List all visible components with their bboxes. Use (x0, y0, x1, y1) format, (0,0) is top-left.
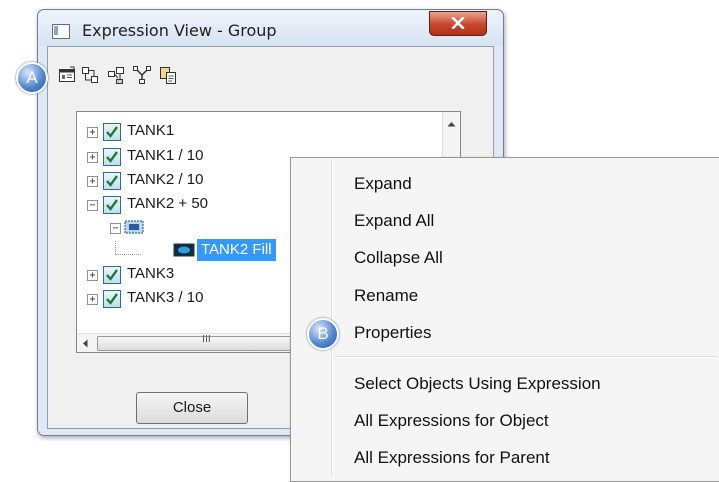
window-icon (52, 24, 70, 39)
menu-item-rename[interactable]: Rename (354, 286, 418, 306)
tree-item-label: TANK3 / 10 (127, 289, 204, 306)
checkmark-icon (106, 126, 118, 138)
menu-item-select-objects-using-expression[interactable]: Select Objects Using Expression (354, 374, 601, 394)
close-button[interactable]: Close (136, 392, 248, 424)
tree-checkbox[interactable] (103, 123, 121, 141)
window-title: Expression View - Group (82, 21, 277, 40)
properties-icon[interactable] (58, 66, 76, 84)
tree-checkbox[interactable] (103, 172, 121, 190)
tree-checkbox[interactable] (103, 266, 121, 284)
horizontal-scroll-thumb[interactable]: III (97, 334, 319, 351)
tree-connector (115, 254, 141, 255)
collapse-toggle[interactable]: − (110, 223, 121, 234)
expand-toggle[interactable]: + (87, 176, 98, 187)
expand-toggle[interactable]: + (87, 294, 98, 305)
menu-item-collapse-all[interactable]: Collapse All (354, 248, 443, 268)
copy-icon[interactable] (159, 66, 177, 84)
callout-b: B (307, 318, 339, 350)
close-icon (451, 17, 465, 29)
title-bar[interactable]: Expression View - Group (38, 10, 503, 46)
menu-item-all-expressions-for-object[interactable]: All Expressions for Object (354, 411, 549, 431)
menu-gutter (331, 160, 333, 477)
tree-checkbox[interactable] (103, 196, 121, 214)
menu-item-expand[interactable]: Expand (354, 174, 412, 194)
group-object-icon (124, 220, 144, 234)
tree-item-label: TANK1 / 10 (127, 147, 204, 164)
menu-item-properties[interactable]: Properties (354, 323, 431, 343)
scroll-grip: III (202, 334, 211, 345)
callout-a: A (16, 62, 48, 94)
parent-network-icon[interactable] (133, 66, 151, 84)
menu-item-all-expressions-for-parent[interactable]: All Expressions for Parent (354, 448, 550, 468)
scroll-left-arrow-icon[interactable] (82, 339, 88, 348)
tree-item-label: TANK1 (127, 122, 175, 139)
collapse-toggle[interactable]: − (87, 200, 98, 211)
tree-item-label: TANK2 / 10 (127, 171, 204, 188)
tank-fill-icon (173, 243, 195, 257)
tree-item-label: TANK2 + 50 (127, 195, 209, 212)
scroll-up-arrow-icon[interactable] (447, 121, 456, 127)
checkmark-icon (106, 151, 118, 163)
checkmark-icon (106, 199, 118, 211)
expand-toggle[interactable]: + (87, 127, 98, 138)
tree-item-label: TANK3 (127, 265, 175, 282)
object-network-icon[interactable] (107, 66, 127, 84)
tree-connector (115, 241, 116, 254)
menu-item-expand-all[interactable]: Expand All (354, 211, 434, 231)
tree-checkbox[interactable] (103, 148, 121, 166)
tree-checkbox[interactable] (103, 290, 121, 308)
expand-toggle[interactable]: + (87, 270, 98, 281)
context-menu: Expand Expand All Collapse All Rename Pr… (290, 157, 719, 482)
window-close-button[interactable] (429, 11, 487, 36)
checkmark-icon (106, 293, 118, 305)
checkmark-icon (106, 175, 118, 187)
tree-item-label: TANK2 Fill (197, 239, 276, 261)
checkmark-icon (106, 269, 118, 281)
expand-tree-icon[interactable] (81, 66, 99, 84)
menu-separator (335, 356, 717, 358)
expand-toggle[interactable]: + (87, 152, 98, 163)
